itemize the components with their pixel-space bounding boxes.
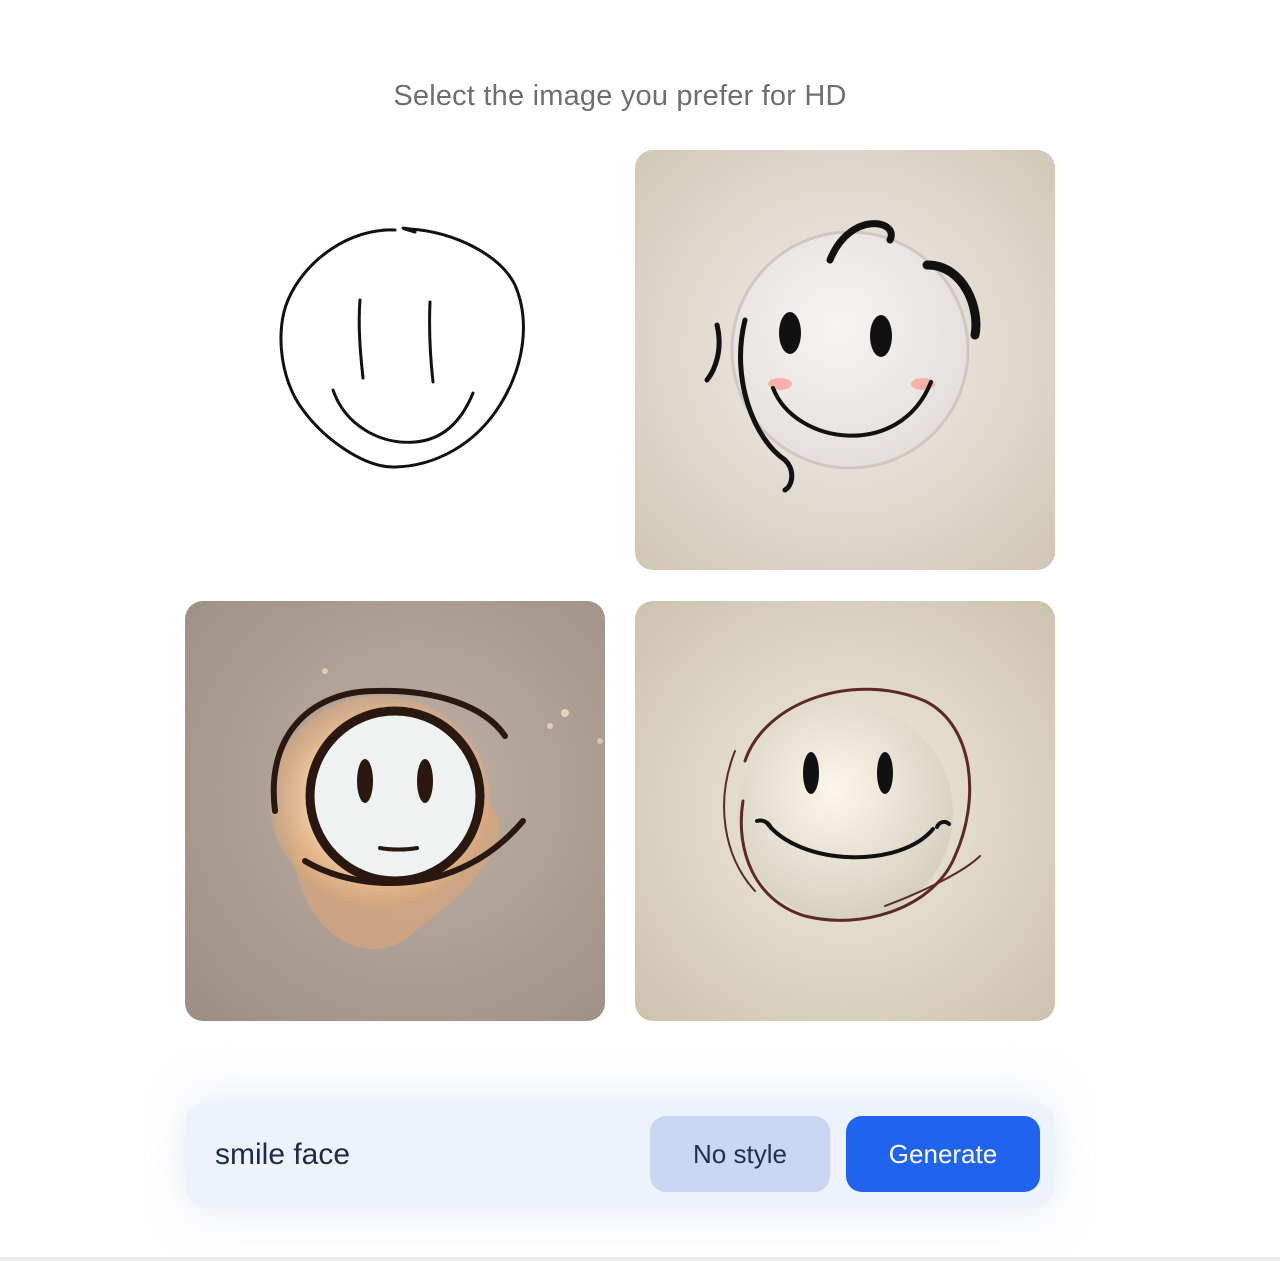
prompt-input[interactable]: [215, 1132, 635, 1178]
style-button[interactable]: No style: [650, 1116, 830, 1192]
image-option-generated-3[interactable]: [635, 601, 1055, 1021]
prompt-bar: No style Generate: [185, 1102, 1055, 1208]
smiley-generated-image-2: [185, 601, 605, 1021]
generate-button[interactable]: Generate: [846, 1116, 1040, 1192]
image-selection-page: Select the image you prefer for HD smile…: [0, 0, 1280, 1261]
smiley-sketch-image: [185, 150, 605, 570]
image-option-generated-2[interactable]: [185, 601, 605, 1021]
image-option-sketch[interactable]: [185, 150, 605, 570]
smiley-generated-image-1: [635, 150, 1055, 570]
smiley-generated-image-3: [635, 601, 1055, 1021]
bottom-divider: [0, 1257, 1280, 1261]
image-option-generated-1[interactable]: [635, 150, 1055, 570]
page-title: Select the image you prefer for HD: [393, 80, 847, 112]
